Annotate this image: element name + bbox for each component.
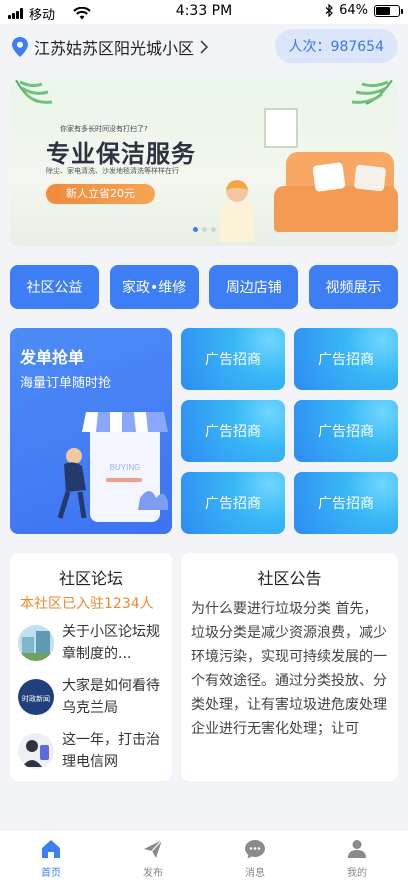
tab-publish[interactable]: 发布 xyxy=(102,830,204,883)
building-photo-icon xyxy=(18,625,54,661)
bluetooth-icon xyxy=(325,4,333,17)
ad-tile[interactable]: 广告招商 xyxy=(294,328,398,390)
forum-member-count: 本社区已入驻1234人 xyxy=(20,596,154,612)
category-button-nearby-shops[interactable]: 周边店铺 xyxy=(209,265,299,309)
pillow-illustration xyxy=(312,162,346,192)
category-button-housekeeping-repair[interactable]: 家政•维修 xyxy=(109,265,199,309)
carousel-dot[interactable] xyxy=(192,227,198,232)
tab-label: 首页 xyxy=(41,868,61,879)
order-grab-title: 发单抢单 xyxy=(20,348,85,367)
picture-frame-illustration xyxy=(264,108,298,148)
status-right: 64% xyxy=(325,3,403,18)
bottom-tab-bar: 首页 发布 消息 我的 xyxy=(0,829,408,883)
battery-percent: 64% xyxy=(339,3,368,18)
battery-fill xyxy=(376,6,391,15)
category-button-community-welfare[interactable]: 社区公益 xyxy=(10,265,99,309)
forum-post-thumbnail xyxy=(18,733,54,769)
buying-label: BUYING xyxy=(110,463,141,472)
forum-post-title: 关于小区论坛规章制度的... xyxy=(62,624,160,662)
community-forum-card[interactable]: 社区论坛 本社区已入驻1234人 关于小区论坛规章制度的... 时政新闻 大家是… xyxy=(10,553,172,781)
shopping-illustration: BUYING xyxy=(57,412,168,522)
notice-body: 为什么要进行垃圾分类 首先，垃圾分类是减少资源浪费，减少环境污染，实现可持续发展… xyxy=(191,601,387,737)
tab-label: 消息 xyxy=(245,868,265,879)
forum-title: 社区论坛 xyxy=(58,569,123,588)
battery-icon xyxy=(374,4,403,17)
sofa-seat-illustration xyxy=(274,186,398,232)
forum-post-item[interactable]: 关于小区论坛规章制度的... xyxy=(18,621,168,665)
banner-small-text: 你家有多长时间没有打扫了? xyxy=(60,125,148,133)
ad-grid: 广告招商 广告招商 广告招商 广告招商 广告招商 广告招商 xyxy=(181,328,398,534)
message-icon xyxy=(245,840,265,859)
chevron-right-icon xyxy=(200,40,209,54)
category-buttons: 社区公益 家政•维修 周边店铺 视频展示 xyxy=(10,265,398,309)
home-icon xyxy=(42,840,60,858)
tab-home[interactable]: 首页 xyxy=(0,830,102,883)
forum-post-thumbnail: 时政新闻 xyxy=(18,679,54,715)
cleaner-body-illustration xyxy=(220,202,254,242)
banner-subtitle: 除尘、家电清洗、沙发地毯清洗等样样在行 xyxy=(46,167,179,175)
order-grab-subtitle: 海量订单随时抢 xyxy=(20,376,112,391)
tab-label: 我的 xyxy=(347,868,367,879)
community-notice-card[interactable]: 社区公告 为什么要进行垃圾分类 首先，垃圾分类是减少资源浪费，减少环境污染，实现… xyxy=(181,553,398,781)
ad-tile[interactable]: 广告招商 xyxy=(181,328,285,390)
carousel-dot[interactable] xyxy=(201,227,207,232)
cleaner-illustration xyxy=(226,180,248,202)
forum-post-title: 大家是如何看待乌克兰局 xyxy=(62,678,160,716)
send-icon xyxy=(144,839,163,858)
status-bar: 移动 4:33 PM 64% xyxy=(0,0,408,24)
visit-count-badge: 人次：987654 xyxy=(274,29,398,63)
tab-profile[interactable]: 我的 xyxy=(306,830,408,883)
phone-fraud-icon xyxy=(18,733,54,769)
order-grab-card[interactable]: 发单抢单 海量订单随时抢 BUYING xyxy=(10,328,172,534)
notice-title: 社区公告 xyxy=(257,569,322,588)
location-label: 江苏姑苏区阳光城小区 xyxy=(34,39,195,58)
leaf-decoration-icon xyxy=(351,80,393,105)
promo-banner[interactable]: 你家有多长时间没有打扫了? 专业保洁服务 除尘、家电清洗、沙发地毯清洗等样样在行… xyxy=(10,80,398,246)
location-selector[interactable]: 江苏姑苏区阳光城小区 xyxy=(12,35,209,59)
carousel-dot[interactable] xyxy=(210,227,216,232)
forum-post-thumbnail xyxy=(18,625,54,661)
forum-post-title: 这一年，打击治理电信网 xyxy=(62,732,160,770)
header: 江苏姑苏区阳光城小区 人次：987654 xyxy=(0,24,408,70)
forum-post-item[interactable]: 这一年，打击治理电信网 xyxy=(18,729,168,773)
promo-button[interactable]: 新人立省20元 xyxy=(46,184,155,204)
news-thumbnail-icon: 时政新闻 xyxy=(18,679,54,715)
banner-title: 专业保洁服务 xyxy=(46,140,196,168)
ad-tile[interactable]: 广告招商 xyxy=(181,472,285,534)
tab-label: 发布 xyxy=(143,868,163,879)
leaf-decoration-icon xyxy=(15,80,53,104)
tab-messages[interactable]: 消息 xyxy=(204,830,306,883)
ad-tile[interactable]: 广告招商 xyxy=(294,472,398,534)
pillow-illustration xyxy=(353,164,387,192)
ad-tile[interactable]: 广告招商 xyxy=(181,400,285,462)
location-pin-icon xyxy=(12,37,28,57)
carousel-indicator[interactable] xyxy=(10,227,398,232)
user-icon xyxy=(348,840,366,858)
ad-tile[interactable]: 广告招商 xyxy=(294,400,398,462)
news-thumbnail-label: 时政新闻 xyxy=(22,694,50,703)
category-button-video[interactable]: 视频展示 xyxy=(308,265,398,309)
forum-post-item[interactable]: 时政新闻 大家是如何看待乌克兰局 xyxy=(18,675,168,719)
